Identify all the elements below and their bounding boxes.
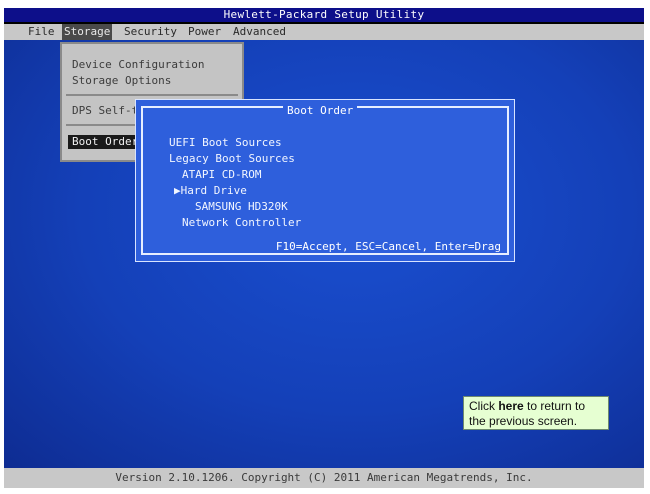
dropdown-separator (66, 94, 238, 96)
hard-drive-label: Hard Drive (180, 184, 247, 197)
menu-boot-order[interactable]: Boot Order (68, 135, 143, 149)
boot-item-hard-drive[interactable]: ▶Hard Drive (174, 183, 247, 198)
menu-dps-self-test[interactable]: DPS Self-t (72, 104, 138, 118)
help-callout: Click here to return to the previous scr… (463, 396, 609, 430)
boot-order-title: Boot Order (283, 105, 358, 116)
title-bar: Hewlett-Packard Setup Utility (4, 8, 644, 22)
menu-storage[interactable]: Storage (62, 24, 113, 40)
expand-arrow-icon: ▶ (174, 184, 181, 197)
menu-storage-options[interactable]: Storage Options (72, 74, 171, 88)
boot-item-samsung-hd[interactable]: SAMSUNG HD320K (195, 199, 288, 214)
menu-device-configuration[interactable]: Device Configuration (72, 58, 204, 72)
boot-item-network-controller[interactable]: Network Controller (182, 215, 301, 230)
menu-security[interactable]: Security (122, 24, 179, 40)
menu-power[interactable]: Power (186, 24, 223, 40)
menu-bar: File Storage Security Power Advanced (4, 24, 644, 40)
boot-item-atapi-cdrom[interactable]: ATAPI CD-ROM (182, 167, 261, 182)
menu-advanced[interactable]: Advanced (231, 24, 288, 40)
help-prefix: Click (469, 399, 499, 413)
menu-file[interactable]: File (26, 24, 57, 40)
legacy-boot-sources[interactable]: Legacy Boot Sources (169, 151, 295, 166)
uefi-boot-sources[interactable]: UEFI Boot Sources (169, 135, 282, 150)
return-link[interactable]: here (498, 399, 523, 413)
boot-order-dialog: Boot Order UEFI Boot Sources Legacy Boot… (135, 99, 515, 262)
boot-order-frame: Boot Order UEFI Boot Sources Legacy Boot… (141, 105, 509, 255)
status-bar: Version 2.10.1206. Copyright (C) 2011 Am… (4, 468, 644, 488)
boot-order-key-hints: F10=Accept, ESC=Cancel, Enter=Drag (272, 241, 504, 253)
